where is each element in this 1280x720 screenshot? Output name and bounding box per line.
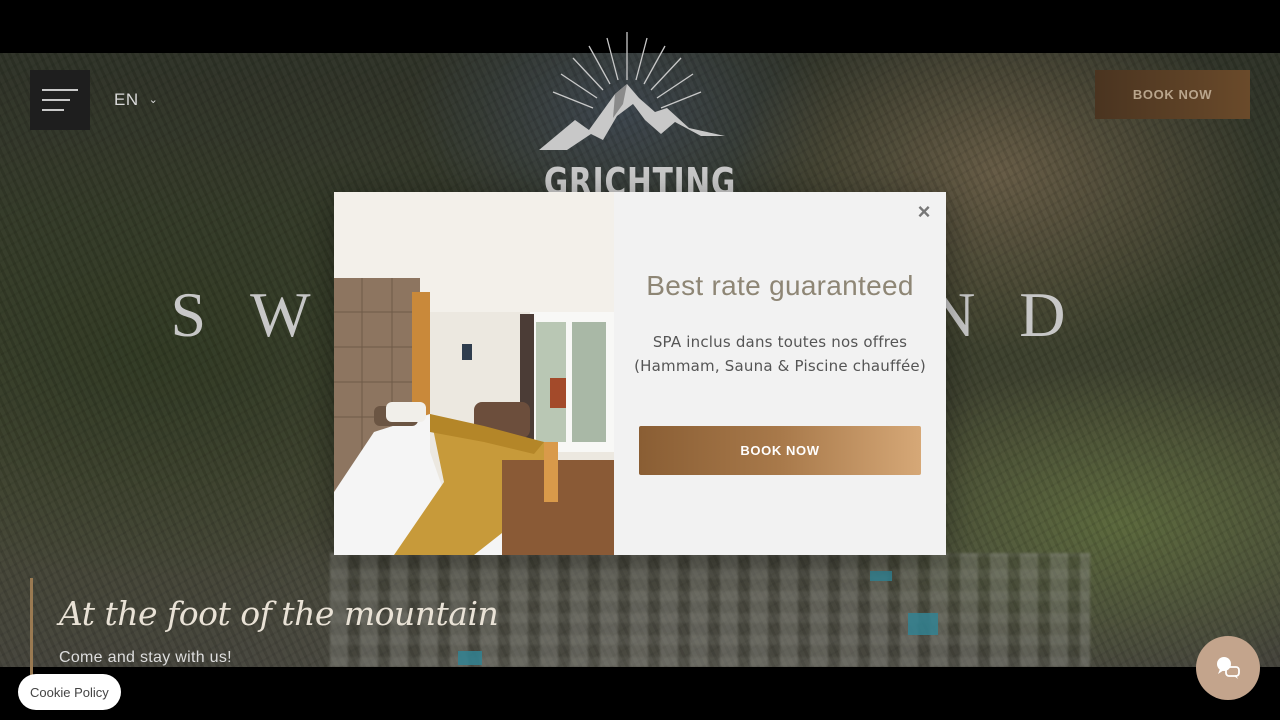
tagline-script: At the foot of the mountain <box>59 594 499 633</box>
cookie-policy-button[interactable]: Cookie Policy <box>18 674 121 710</box>
tagline-subtitle: Come and stay with us! <box>59 649 232 666</box>
modal-title: Best rate guaranteed <box>646 270 914 301</box>
chat-button[interactable] <box>1196 636 1260 700</box>
language-selector[interactable]: EN ⌄ <box>114 90 158 110</box>
chat-icon <box>1217 657 1240 679</box>
hotel-room-image <box>334 192 614 555</box>
modal-content: × Best rate guaranteed SPA inclus dans t… <box>614 192 946 555</box>
hamburger-icon <box>42 89 78 91</box>
modal-description: SPA inclus dans toutes nos offres (Hamma… <box>634 333 926 375</box>
book-now-button-modal[interactable]: BOOK NOW <box>639 426 921 475</box>
mountain-logo-icon <box>539 32 725 150</box>
close-icon[interactable]: × <box>914 200 934 224</box>
hotel-logo[interactable]: GRICHTING HOTEL <box>505 32 775 248</box>
chevron-down-icon: ⌄ <box>148 93 159 106</box>
hero-tagline: At the foot of the mountain Come and sta… <box>30 578 499 688</box>
book-now-button-header[interactable]: BOOK NOW <box>1095 70 1250 119</box>
promo-modal: × Best rate guaranteed SPA inclus dans t… <box>334 192 946 555</box>
language-label: EN <box>114 90 139 109</box>
menu-button[interactable] <box>30 70 90 130</box>
